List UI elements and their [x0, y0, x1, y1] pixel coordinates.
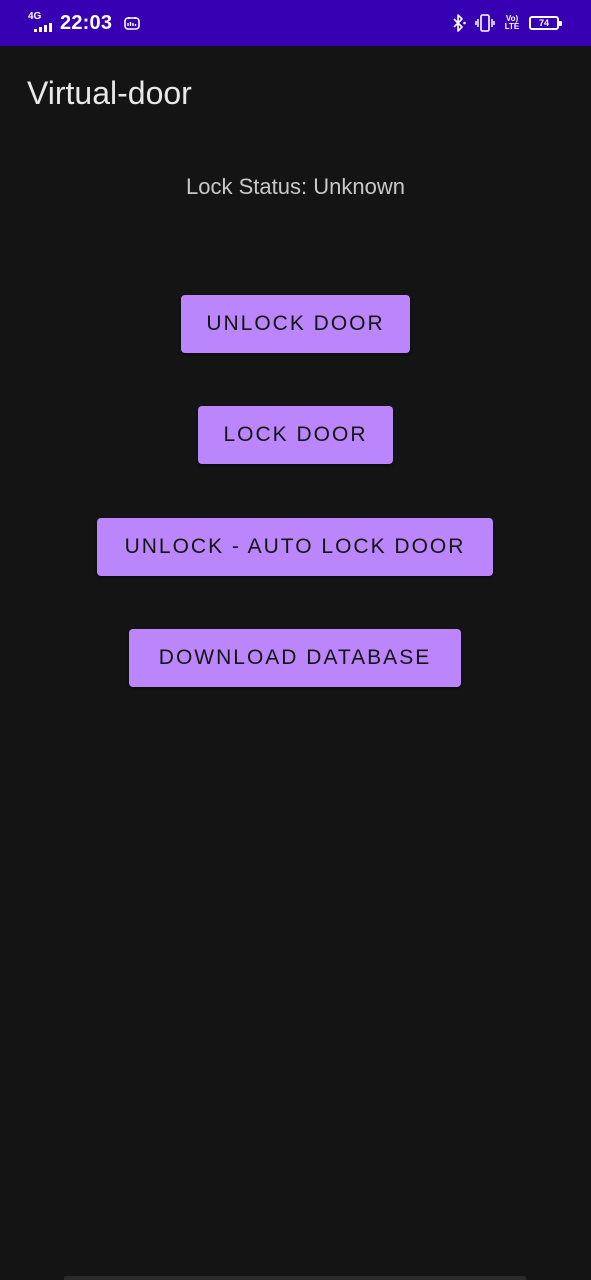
download-database-button[interactable]: DOWNLOAD DATABASE	[129, 629, 461, 687]
status-bar-right: Vo) LTE 74	[451, 0, 562, 46]
volte-label-bottom: LTE	[504, 22, 520, 31]
navigation-gesture-bar[interactable]	[64, 1276, 526, 1280]
vibrate-icon	[475, 14, 495, 32]
status-bar: 4G 22:03 Vo) LTE 74	[0, 0, 591, 46]
unlock-door-button[interactable]: UNLOCK DOOR	[181, 295, 410, 353]
battery-level: 74	[538, 17, 549, 28]
status-bar-left: 4G 22:03	[28, 0, 140, 46]
volte-icon: Vo) LTE	[503, 15, 521, 31]
app-title: Virtual-door	[27, 75, 192, 111]
status-clock: 22:03	[60, 11, 113, 34]
lock-status-text: Lock Status: Unknown	[186, 174, 405, 199]
app-screen: 4G 22:03 Vo) LTE 74 Virtual-door Lock St…	[0, 0, 591, 1280]
bluetooth-icon	[453, 14, 466, 32]
battery-icon: 74	[529, 16, 562, 30]
lock-door-button[interactable]: LOCK DOOR	[198, 406, 393, 464]
signal-bars	[34, 23, 52, 32]
network-type-label: 4G	[28, 11, 42, 22]
unlock-auto-lock-door-button[interactable]: UNLOCK - AUTO LOCK DOOR	[97, 518, 493, 576]
signal-icon: 4G	[28, 11, 56, 35]
app-notification-icon	[124, 17, 140, 30]
